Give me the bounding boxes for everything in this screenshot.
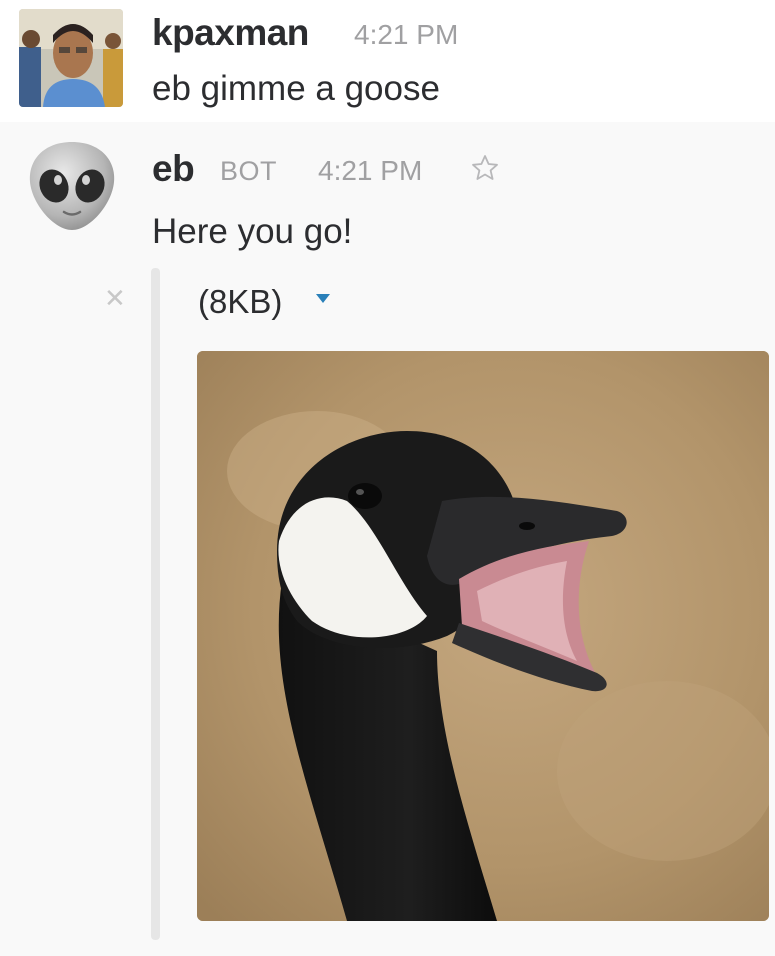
close-icon[interactable]: ✕ [104, 285, 126, 311]
timestamp[interactable]: 4:21 PM [354, 21, 458, 49]
sender-name[interactable]: kpaxman [152, 14, 309, 51]
message-row: kpaxman 4:21 PM eb gimme a goose [0, 0, 775, 122]
goose-image[interactable] [197, 351, 769, 921]
chevron-down-icon[interactable] [316, 294, 330, 303]
alien-icon[interactable] [24, 138, 120, 234]
message-text: Here you go! [152, 212, 353, 251]
message-text: eb gimme a goose [152, 69, 440, 108]
bot-badge: BOT [220, 156, 278, 186]
sender-name[interactable]: eb [152, 150, 195, 187]
avatar[interactable] [19, 9, 123, 107]
timestamp[interactable]: 4:21 PM [318, 157, 422, 185]
star-icon[interactable] [470, 153, 500, 188]
file-size: (8KB) [198, 283, 283, 320]
attachment-bar [151, 268, 160, 940]
